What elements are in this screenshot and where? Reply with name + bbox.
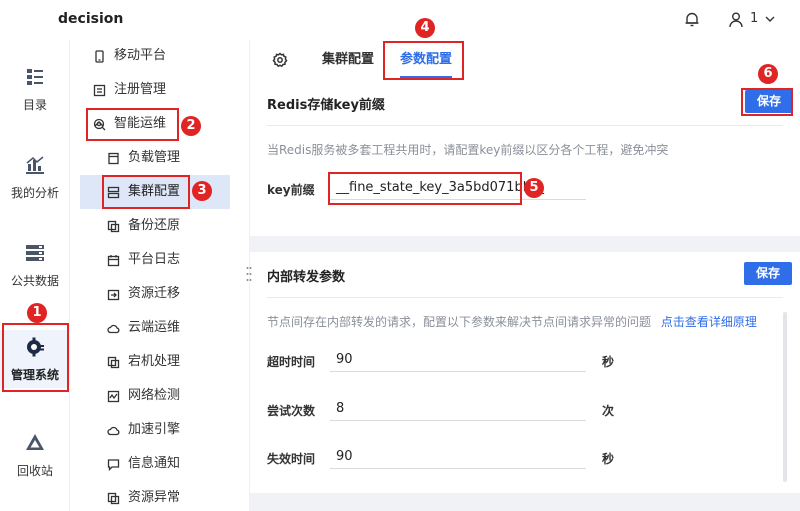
- rail-item-label: 回收站: [16, 464, 53, 478]
- redis-title: Redis存储key前缀: [267, 98, 385, 113]
- menu-item-anomaly[interactable]: 资源异常: [70, 481, 249, 511]
- menu-item-label: 宕机处理: [128, 354, 181, 369]
- menu-item-label: 网络检测: [128, 388, 181, 403]
- menu-item-label: 资源异常: [128, 490, 181, 505]
- menu-item-label: 负载管理: [128, 150, 181, 165]
- bell-icon[interactable]: [684, 11, 700, 28]
- copy-icon: [107, 356, 120, 369]
- menu-item-label: 加速引擎: [128, 422, 181, 437]
- mobile-icon: [95, 50, 104, 63]
- menu-item-label: 智能运维: [114, 116, 167, 131]
- rail-item-analysis[interactable]: 我的分析: [0, 154, 70, 216]
- rail-item-label: 目录: [22, 98, 47, 112]
- key-prefix-input[interactable]: __fine_state_key_3a5bd071bb__: [330, 176, 586, 200]
- tab-cluster[interactable]: 集群配置: [322, 40, 374, 80]
- menu-item-log[interactable]: 平台日志: [70, 243, 249, 277]
- analysis-icon: [26, 156, 44, 174]
- forward-title: 内部转发参数: [267, 270, 346, 285]
- load-icon: [108, 152, 119, 165]
- scrollbar[interactable]: [783, 312, 787, 482]
- sub-menu: 移动平台 注册管理 智能运维 负载管理 集群配置 备份还原 平台日志 资源迁移 …: [70, 40, 250, 511]
- menu-item-cloud[interactable]: 云端运维: [70, 311, 249, 345]
- menu-item-backup[interactable]: 备份还原: [70, 209, 249, 243]
- accel-icon: [107, 426, 120, 436]
- menu-item-register[interactable]: 注册管理: [70, 73, 249, 107]
- rail-item-label: 我的分析: [10, 186, 59, 200]
- menu-item-label: 资源迁移: [128, 286, 181, 301]
- menu-item-label: 集群配置: [128, 184, 181, 199]
- menu-item-label: 移动平台: [114, 48, 167, 63]
- forward-hint-text: 节点间存在内部转发的请求，配置以下参数来解决节点间请求异常的问题: [267, 315, 652, 329]
- menu-item-network[interactable]: 网络检测: [70, 379, 249, 413]
- menu-item-label: 信息通知: [128, 456, 181, 471]
- backup-icon: [107, 220, 120, 233]
- register-icon: [93, 84, 106, 97]
- menu-item-label: 注册管理: [114, 82, 167, 97]
- chevron-down-icon[interactable]: [764, 13, 776, 25]
- menu-item-notice[interactable]: 信息通知: [70, 447, 249, 481]
- menu-item-load[interactable]: 负载管理: [70, 141, 249, 175]
- management-icon: [27, 337, 44, 357]
- rail-item-management[interactable]: 管理系统: [0, 330, 70, 388]
- menu-item-mobile[interactable]: 移动平台: [70, 40, 249, 73]
- timeout-unit: 秒: [602, 355, 615, 369]
- annotation-badge-4: 4: [415, 18, 435, 38]
- redis-panel: Redis存储key前缀 保存 当Redis服务被多套工程共用时，请配置key前…: [250, 80, 800, 236]
- recycle-icon: [26, 434, 44, 450]
- chevron-up-icon[interactable]: [93, 119, 105, 129]
- annotation-badge-5: 5: [524, 178, 544, 198]
- tab-params[interactable]: 参数配置: [400, 40, 453, 80]
- annotation-badge-3: 3: [192, 181, 212, 201]
- main-nav-rail: 目录 我的分析 公共数据 管理系统 回收站: [0, 40, 70, 511]
- tab-bar: 集群配置 参数配置: [250, 40, 800, 80]
- rail-item-label: 管理系统: [10, 368, 59, 382]
- detail-link[interactable]: 点击查看详细原理: [661, 315, 757, 329]
- menu-item-label: 平台日志: [128, 252, 181, 267]
- redis-hint: 当Redis服务被多套工程共用时，请配置key前缀以区分各个工程，避免冲突: [267, 143, 669, 157]
- expire-label: 失效时间: [267, 452, 316, 466]
- anomaly-icon: [107, 492, 120, 505]
- rail-item-catalog[interactable]: 目录: [0, 66, 70, 128]
- menu-item-accel[interactable]: 加速引擎: [70, 413, 249, 447]
- calendar-icon: [107, 255, 120, 267]
- annotation-badge-1: 1: [27, 303, 47, 323]
- menu-item-ops[interactable]: 智能运维: [70, 107, 249, 141]
- menu-item-label: 备份还原: [128, 218, 181, 233]
- retry-input[interactable]: 8: [330, 397, 586, 421]
- timeout-label: 超时时间: [267, 355, 316, 369]
- divider: [267, 125, 783, 126]
- network-icon: [107, 390, 120, 403]
- forward-save-button[interactable]: 保存: [744, 262, 792, 285]
- user-count: 1: [750, 11, 759, 26]
- retry-label: 尝试次数: [267, 404, 316, 418]
- retry-unit: 次: [602, 404, 615, 418]
- annotation-badge-6: 6: [758, 64, 778, 84]
- rail-item-public-data[interactable]: 公共数据: [0, 242, 70, 304]
- expire-input[interactable]: 90: [330, 445, 586, 469]
- redis-save-button[interactable]: 保存: [745, 90, 793, 113]
- rail-item-recycle[interactable]: 回收站: [0, 432, 70, 494]
- app-title: decision: [58, 11, 124, 27]
- catalog-icon: [27, 69, 43, 85]
- divider: [267, 297, 783, 298]
- rail-item-label: 公共数据: [10, 274, 59, 288]
- forward-hint: 节点间存在内部转发的请求，配置以下参数来解决节点间请求异常的问题 点击查看详细原…: [267, 313, 757, 330]
- top-bar: decision 1: [0, 0, 800, 40]
- forward-panel: 内部转发参数 保存 节点间存在内部转发的请求，配置以下参数来解决节点间请求异常的…: [250, 252, 800, 493]
- message-icon: [107, 459, 120, 471]
- user-icon[interactable]: [728, 11, 744, 28]
- expire-unit: 秒: [602, 452, 615, 466]
- menu-item-downtime[interactable]: 宕机处理: [70, 345, 249, 379]
- cluster-icon: [107, 186, 120, 199]
- drag-handle-icon[interactable]: [246, 266, 252, 282]
- menu-item-migrate[interactable]: 资源迁移: [70, 277, 249, 311]
- public-data-icon: [26, 245, 44, 261]
- menu-item-label: 云端运维: [128, 320, 181, 335]
- migrate-icon: [107, 289, 120, 301]
- timeout-input[interactable]: 90: [330, 348, 586, 372]
- annotation-badge-2: 2: [181, 116, 201, 136]
- key-prefix-label: key前缀: [267, 183, 315, 197]
- cloud-icon: [107, 324, 120, 334]
- gear-icon[interactable]: [272, 52, 288, 68]
